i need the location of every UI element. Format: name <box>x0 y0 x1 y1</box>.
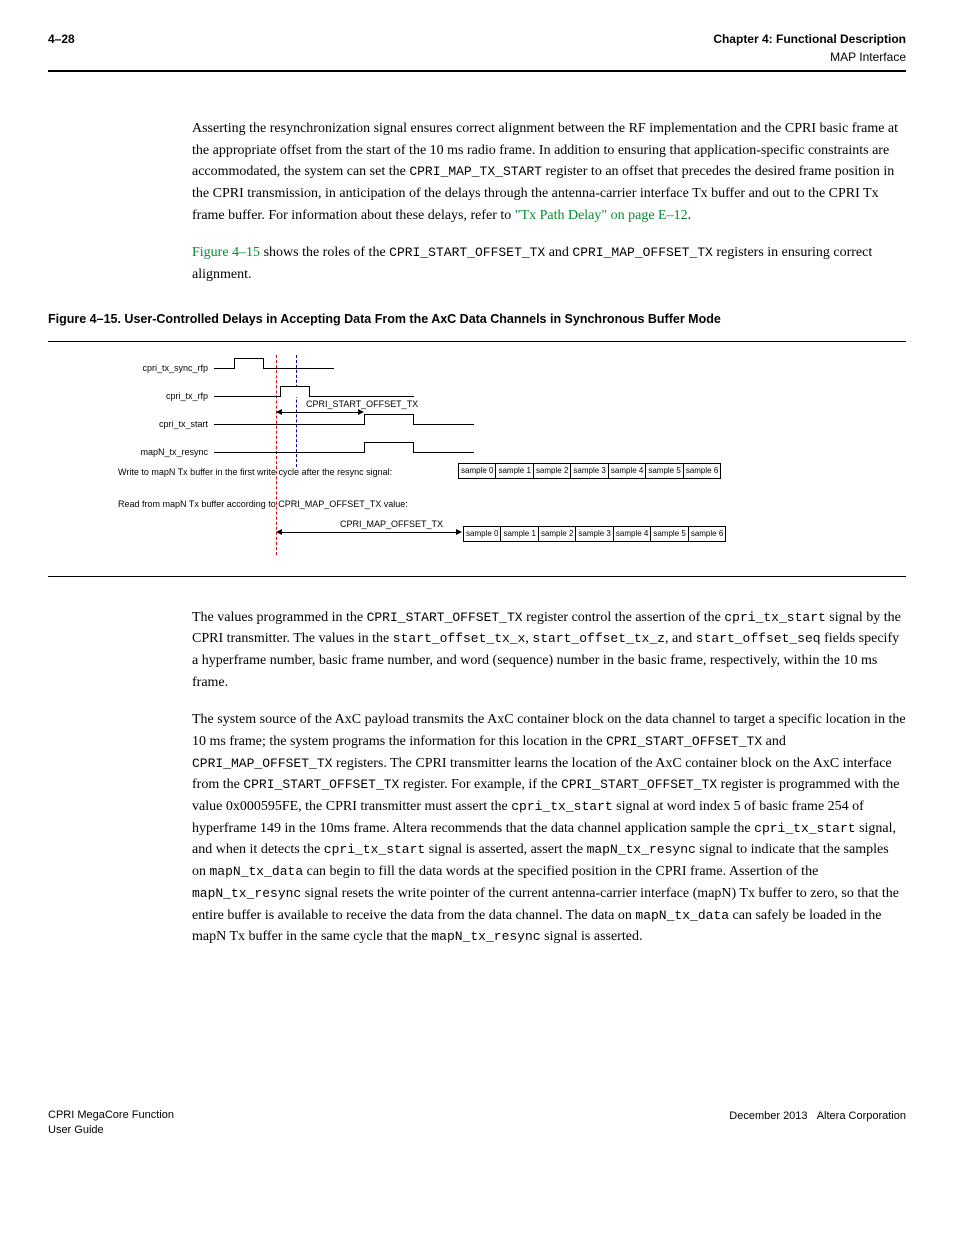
chapter-title: Chapter 4: Functional Description <box>713 30 906 48</box>
link-figure-4-15[interactable]: Figure 4–15 <box>192 245 260 260</box>
footer-guide: User Guide <box>48 1123 174 1138</box>
figure-caption: Figure 4–15. User-Controlled Delays in A… <box>48 310 906 329</box>
signal-label: cpri_tx_sync_rfp <box>58 362 214 376</box>
signal-label: cpri_tx_rfp <box>58 390 214 404</box>
sample-row-write: sample 0 sample 1 sample 2 sample 3 samp… <box>458 463 721 479</box>
page-number: 4–28 <box>48 30 75 48</box>
signal-label: cpri_tx_start <box>58 418 214 432</box>
footer-right: December 2013 Altera Corporation <box>729 1108 906 1139</box>
row-text-read: Read from mapN Tx buffer according to CP… <box>118 498 408 512</box>
paragraph-2: Figure 4–15 shows the roles of the CPRI_… <box>192 242 906 285</box>
link-tx-path-delay[interactable]: "Tx Path Delay" on page E–12 <box>515 208 688 223</box>
sample-row-read: sample 0 sample 1 sample 2 sample 3 samp… <box>463 526 726 542</box>
footer-doc: CPRI MegaCore Function <box>48 1108 174 1123</box>
paragraph-3: The values programmed in the CPRI_START_… <box>192 607 906 694</box>
paragraph-1: Asserting the resynchronization signal e… <box>192 118 906 226</box>
section-title: MAP Interface <box>713 48 906 66</box>
page-header: 4–28 Chapter 4: Functional Description M… <box>48 30 906 72</box>
paragraph-4: The system source of the AxC payload tra… <box>192 709 906 948</box>
figure-4-15: cpri_tx_sync_rfp cpri_tx_rfp CPRI_START_… <box>48 341 906 577</box>
page-footer: CPRI MegaCore Function User Guide Decemb… <box>48 1108 906 1139</box>
offset-label: CPRI_MAP_OFFSET_TX <box>340 518 443 532</box>
signal-label: mapN_tx_resync <box>58 446 214 460</box>
row-text-write: Write to mapN Tx buffer in the first wri… <box>118 466 392 480</box>
